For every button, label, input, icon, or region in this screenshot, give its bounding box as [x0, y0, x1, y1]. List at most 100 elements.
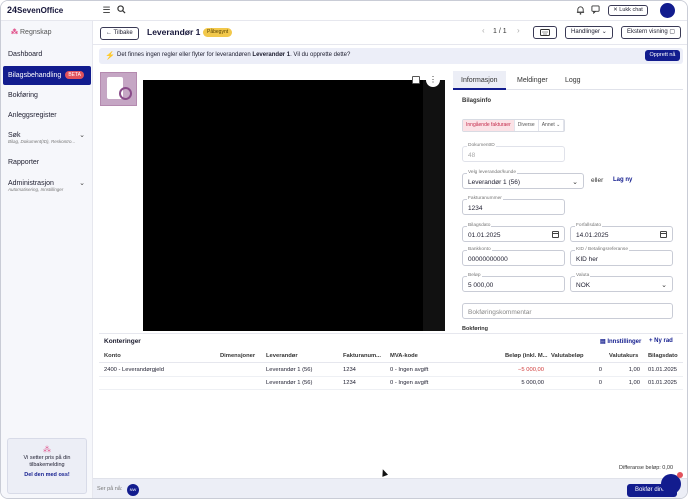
dokument-id-field: DokumentID 48	[462, 143, 565, 162]
col-belop: Beløp (inkl. M...	[505, 353, 548, 359]
page-title: Leverandør 1	[147, 27, 201, 37]
sidebar: ⁂ Regnskap Dashboard Bilagsbehandling BETA…	[1, 21, 93, 498]
user-avatar[interactable]	[660, 3, 675, 18]
banner-text: Det finnes ingen regler eller flyter for…	[117, 52, 351, 58]
sidebar-item-rapporter[interactable]: Rapporter	[3, 153, 91, 172]
col-konto: Konto	[104, 353, 121, 359]
info-banner: ⚡ Det finnes ingen regler eller flyter f…	[99, 48, 683, 64]
cell-valutakurs[interactable]: 1,00	[629, 380, 640, 386]
search-icon[interactable]	[116, 5, 127, 16]
magnifier-icon	[119, 87, 132, 100]
cell-belop[interactable]: −5 000,00	[518, 367, 544, 373]
calendar-icon[interactable]	[660, 231, 667, 238]
app-logo[interactable]: 24SevenOffice	[7, 5, 63, 15]
postings-title: Konteringer	[104, 338, 141, 345]
cell-leverandor[interactable]: Leverandør 1 (56)	[266, 380, 312, 386]
cell-bilagsdato[interactable]: 01.01.2025	[648, 380, 677, 386]
pager-text: 1 / 1	[493, 28, 507, 35]
table-row[interactable]: Leverandør 1 (56) 1234 0 - Ingen avgift …	[99, 377, 683, 390]
chevron-down-icon: ⌄	[572, 179, 578, 186]
module-switcher[interactable]: ⁂ Regnskap	[11, 28, 52, 36]
app-window: 24SevenOffice ☰ ✕ Lukk chat ⁂ Regnskap Da…	[0, 0, 688, 499]
page-header: ← Tilbake Leverandør 1 Påbegynt ‹ 1 / 1 …	[93, 21, 687, 45]
sidebar-item-bokforing[interactable]: Bokføring	[3, 86, 91, 105]
cell-belop[interactable]: 5 000,00	[521, 380, 544, 386]
sidebar-item-sok[interactable]: Søk Bilag, Dokument(ID), Reskontro... ⌄	[3, 126, 91, 150]
create-rule-button[interactable]: Opprett nå	[645, 50, 680, 61]
tab-logg[interactable]: Logg	[557, 71, 589, 90]
cell-valutakurs[interactable]: 1,00	[629, 367, 640, 373]
cell-mva-kode[interactable]: 0 - Ingen avgift	[390, 380, 428, 386]
col-valutakurs: Valutakurs	[609, 353, 639, 359]
col-fakturanummer: Fakturanum...	[343, 353, 382, 359]
back-button[interactable]: ← Tilbake	[100, 27, 139, 40]
sidebar-item-anleggsregister[interactable]: Anleggsregister	[3, 106, 91, 125]
sidebar-item-administrasjon[interactable]: Administrasjon Automatisering, Innstillin…	[3, 174, 91, 198]
add-row-button[interactable]: + Ny rad	[649, 338, 673, 344]
bokforing-section-heading: Bokføring	[462, 326, 488, 332]
cell-valutabelop[interactable]: 0	[599, 380, 602, 386]
module-icon: ⁂	[11, 29, 18, 36]
bell-icon[interactable]	[575, 5, 586, 16]
cell-fakturanummer[interactable]: 1234	[343, 367, 356, 373]
voucher-date-field[interactable]: Bilagsdato 01.01.2025	[462, 223, 565, 242]
table-row[interactable]: 2400 - Leverandørgjeld Leverandør 1 (56)…	[99, 364, 683, 377]
table-settings-icon: ▤	[600, 339, 606, 345]
doc-type-diverse[interactable]: Diverse	[515, 120, 539, 131]
document-select-checkbox[interactable]	[412, 76, 420, 84]
cell-valutabelop[interactable]: 0	[599, 367, 602, 373]
section-heading: Bilagsinfo	[462, 98, 492, 104]
prev-arrow-icon[interactable]: ‹	[482, 26, 485, 35]
cell-fakturanummer[interactable]: 1234	[343, 380, 356, 386]
external-view-button[interactable]: Ekstern visning ▢	[621, 26, 682, 39]
menu-icon[interactable]: ☰	[101, 5, 112, 16]
tab-informasjon[interactable]: Informasjon	[453, 71, 506, 90]
cell-bilagsdato[interactable]: 01.01.2025	[648, 367, 677, 373]
chat-bubble-icon[interactable]	[590, 5, 601, 16]
cell-konto[interactable]: 2400 - Leverandørgjeld	[104, 367, 164, 373]
calendar-icon[interactable]	[552, 231, 559, 238]
sidebar-item-dashboard[interactable]: Dashboard	[3, 45, 91, 64]
viewer-avatar[interactable]: NW	[127, 484, 139, 496]
close-chat-button[interactable]: ✕ Lukk chat	[608, 5, 648, 16]
col-mva-kode: MVA-kode	[390, 353, 418, 359]
col-valutabelop: Valutabeløp	[551, 353, 584, 359]
footer-bar: Ser på nå: NW Bokfør direkt	[93, 478, 687, 498]
chevron-down-icon: ⌄	[79, 180, 85, 187]
amount-field[interactable]: Beløp 5 000,00	[462, 273, 565, 292]
document-viewer-scroll[interactable]	[423, 80, 445, 331]
external-window-icon: ▢	[669, 29, 676, 35]
viewers-label: Ser på nå:	[97, 486, 123, 492]
due-date-field[interactable]: Forfallsdato 14.01.2025	[570, 223, 673, 242]
document-thumbnail[interactable]	[100, 72, 137, 106]
or-text: eller	[591, 177, 604, 184]
cell-leverandor[interactable]: Leverandør 1 (56)	[266, 367, 312, 373]
booking-comment-field[interactable]: Bokføringskommentar	[462, 303, 673, 319]
feedback-text: Vi setter pris på din tilbakemelding	[23, 455, 71, 468]
create-new-link[interactable]: Lag ny	[613, 177, 632, 183]
tab-meldinger[interactable]: Meldinger	[509, 71, 556, 90]
feedback-link[interactable]: Del den med oss!	[8, 472, 86, 478]
keyboard-button[interactable]	[533, 26, 557, 39]
supplier-select[interactable]: Velg leverandør/kunde Leverandør 1 (56) …	[462, 170, 584, 189]
col-leverandor: Leverandør	[266, 353, 298, 359]
more-options-icon[interactable]: ⋮	[426, 73, 440, 87]
top-bar: 24SevenOffice ☰ ✕ Lukk chat	[1, 1, 687, 21]
cell-mva-kode[interactable]: 0 - Ingen avgift	[390, 367, 428, 373]
doc-type-inngaende[interactable]: Inngående fakturaer	[463, 120, 515, 131]
status-badge: Påbegynt	[203, 28, 233, 37]
settings-button[interactable]: ▤ Innstillinger	[600, 338, 641, 345]
bank-account-field[interactable]: Bankkonto 00000000000	[462, 247, 565, 266]
currency-select[interactable]: Valuta NOK ⌄	[570, 273, 673, 292]
doc-type-annet[interactable]: Annet ⌄	[539, 120, 565, 131]
sidebar-item-bilagsbehandling[interactable]: Bilagsbehandling BETA	[3, 66, 91, 85]
invoice-number-field[interactable]: Fakturanummer 1234	[462, 196, 565, 215]
chevron-down-icon: ⌄	[79, 132, 85, 139]
feedback-icon: ⁂	[43, 445, 51, 454]
kid-field[interactable]: KID / Betalingsreferanse KID her	[570, 247, 673, 266]
actions-dropdown[interactable]: Handlinger ⌄	[565, 26, 613, 39]
document-viewer[interactable]	[143, 80, 445, 331]
next-arrow-icon[interactable]: ›	[517, 26, 520, 35]
keyboard-icon	[540, 29, 550, 36]
lightning-icon: ⚡	[105, 51, 115, 60]
